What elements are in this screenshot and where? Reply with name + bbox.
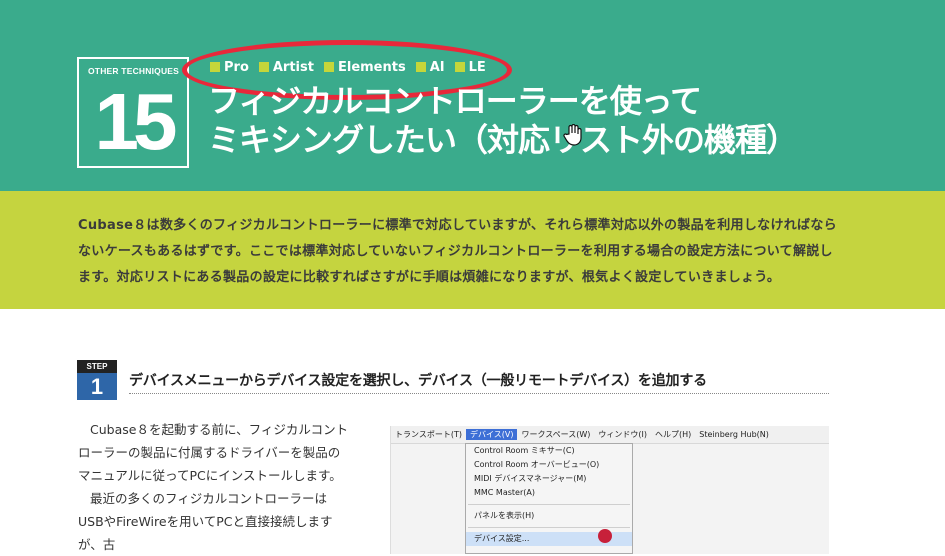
menu-workspaces[interactable]: ワークスペース(W): [517, 429, 594, 440]
section-label: OTHER TECHNIQUES: [88, 66, 180, 76]
step-title: デバイスメニューからデバイス設定を選択し、デバイス（一般リモートデバイス）を追加…: [129, 370, 829, 394]
chapter-header: OTHER TECHNIQUES 15 Pro Artist Elements …: [0, 0, 945, 191]
menu-item-control-room-mixer[interactable]: Control Room ミキサー(C): [466, 444, 632, 458]
body-paragraph-2: 最近の多くのフィジカルコントローラーはUSBやFireWireを用いてPCと直接…: [78, 491, 333, 552]
menu-separator: [468, 527, 630, 528]
body-text: Cubase８を起動する前に、フィジカルコントローラーの製品に付属するドライバー…: [78, 418, 350, 556]
menu-transport[interactable]: トランスポート(T): [391, 429, 466, 440]
menu-screenshot: トランスポート(T) デバイス(V) ワークスペース(W) ウィンドウ(I) ヘ…: [390, 426, 829, 554]
menu-item-mmc-master[interactable]: MMC Master(A): [466, 486, 632, 500]
technique-number-box: OTHER TECHNIQUES 15: [77, 57, 189, 168]
menu-item-control-room-overview[interactable]: Control Room オーバービュー(O): [466, 458, 632, 472]
menu-bar: トランスポート(T) デバイス(V) ワークスペース(W) ウィンドウ(I) ヘ…: [391, 426, 829, 444]
menu-item-show-panel[interactable]: パネルを表示(H): [466, 509, 632, 523]
step-label: STEP: [77, 360, 117, 373]
intro-text: Cubase８は数多くのフィジカルコントローラーに標準で対応していますが、それら…: [78, 218, 837, 285]
menu-help[interactable]: ヘルプ(H): [651, 429, 695, 440]
title-line-1: フィジカルコントローラーを使って: [208, 82, 702, 120]
hand-cursor-icon: [563, 124, 582, 146]
step-badge: STEP 1: [77, 360, 117, 400]
menu-steinberg-hub[interactable]: Steinberg Hub(N): [695, 430, 773, 439]
page-title: フィジカルコントローラーを使って ミキシングしたい（対応リスト外の機種）: [208, 82, 798, 160]
menu-devices[interactable]: デバイス(V): [465, 429, 518, 440]
intro-box: Cubase８は数多くのフィジカルコントローラーに標準で対応していますが、それら…: [0, 191, 945, 309]
title-line-2: ミキシングしたい（対応リスト外の機種）: [208, 121, 798, 159]
technique-number: 15: [94, 77, 178, 166]
menu-item-midi-device-manager[interactable]: MIDI デバイスマネージャー(M): [466, 472, 632, 486]
menu-window[interactable]: ウィンドウ(I): [594, 429, 651, 440]
callout-badge: [598, 529, 612, 543]
menu-separator: [468, 504, 630, 505]
body-paragraph-1: Cubase８を起動する前に、フィジカルコントローラーの製品に付属するドライバー…: [78, 422, 349, 483]
step-number: 1: [77, 373, 117, 400]
